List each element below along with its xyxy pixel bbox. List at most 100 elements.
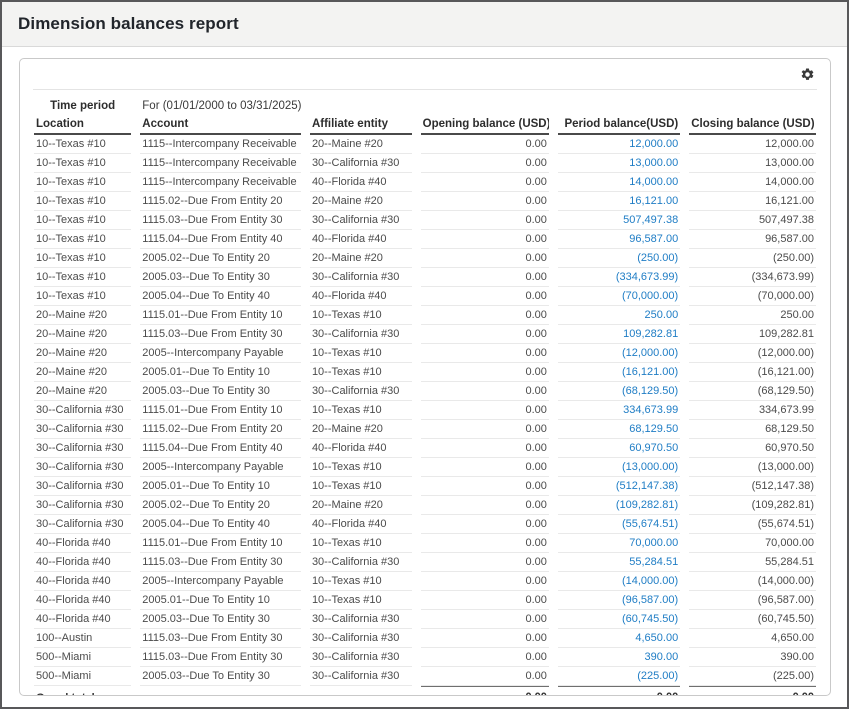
grand-total-closing: 0.00 bbox=[689, 686, 816, 696]
closing-balance-cell: 250.00 bbox=[689, 306, 816, 325]
period-balance-link[interactable]: (225.00) bbox=[637, 670, 678, 682]
table-row: 500--Miami 2005.03--Due To Entity 30 30-… bbox=[34, 667, 816, 686]
opening-balance-cell: 0.00 bbox=[421, 249, 549, 268]
opening-balance-cell: 0.00 bbox=[421, 572, 549, 591]
table-row: 10--Texas #10 1115--Intercompany Receiva… bbox=[34, 173, 816, 192]
period-balance-link[interactable]: 390.00 bbox=[645, 651, 679, 663]
table-row: 10--Texas #10 1115.02--Due From Entity 2… bbox=[34, 192, 816, 211]
table-row: 10--Texas #10 1115--Intercompany Receiva… bbox=[34, 154, 816, 173]
period-balance-link[interactable]: (14,000.00) bbox=[622, 575, 678, 587]
period-balance-cell: 68,129.50 bbox=[558, 420, 680, 439]
account-cell: 1115.03--Due From Entity 30 bbox=[140, 325, 301, 344]
period-balance-link[interactable]: 14,000.00 bbox=[629, 176, 678, 188]
period-balance-link[interactable]: 55,284.51 bbox=[629, 556, 678, 568]
period-balance-link[interactable]: 96,587.00 bbox=[629, 233, 678, 245]
period-balance-link[interactable]: (12,000.00) bbox=[622, 347, 678, 359]
affiliate-entity-cell: 10--Texas #10 bbox=[310, 401, 412, 420]
opening-balance-cell: 0.00 bbox=[421, 382, 549, 401]
location-cell: 40--Florida #40 bbox=[34, 591, 131, 610]
period-balance-link[interactable]: 250.00 bbox=[645, 309, 679, 321]
account-cell: 2005--Intercompany Payable bbox=[140, 458, 301, 477]
account-cell: 1115.03--Due From Entity 30 bbox=[140, 553, 301, 572]
period-balance-link[interactable]: (334,673.99) bbox=[616, 271, 678, 283]
table-row: 30--California #30 1115.02--Due From Ent… bbox=[34, 420, 816, 439]
affiliate-entity-cell: 30--California #30 bbox=[310, 154, 412, 173]
period-balance-link[interactable]: 4,650.00 bbox=[635, 632, 678, 644]
opening-balance-cell: 0.00 bbox=[421, 534, 549, 553]
period-balance-link[interactable]: 12,000.00 bbox=[629, 138, 678, 150]
opening-balance-cell: 0.00 bbox=[421, 629, 549, 648]
location-cell: 10--Texas #10 bbox=[34, 249, 131, 268]
period-balance-link[interactable]: (13,000.00) bbox=[622, 461, 678, 473]
period-balance-link[interactable]: (68,129.50) bbox=[622, 385, 678, 397]
location-cell: 30--California #30 bbox=[34, 496, 131, 515]
closing-balance-cell: 55,284.51 bbox=[689, 553, 816, 572]
period-balance-cell: (16,121.00) bbox=[558, 363, 680, 382]
period-balance-cell: (68,129.50) bbox=[558, 382, 680, 401]
time-period-value: For (01/01/2000 to 03/31/2025) bbox=[140, 97, 411, 115]
period-balance-cell: 4,650.00 bbox=[558, 629, 680, 648]
affiliate-entity-cell: 10--Texas #10 bbox=[310, 534, 412, 553]
grand-total-opening: 0.00 bbox=[421, 686, 549, 696]
closing-balance-cell: 109,282.81 bbox=[689, 325, 816, 344]
period-balance-cell: (250.00) bbox=[558, 249, 680, 268]
affiliate-entity-cell: 10--Texas #10 bbox=[310, 458, 412, 477]
period-balance-cell: (60,745.50) bbox=[558, 610, 680, 629]
period-balance-link[interactable]: 13,000.00 bbox=[629, 157, 678, 169]
card-toolbar bbox=[33, 59, 817, 90]
period-balance-cell: (109,282.81) bbox=[558, 496, 680, 515]
period-balance-link[interactable]: 60,970.50 bbox=[629, 442, 678, 454]
affiliate-entity-cell: 30--California #30 bbox=[310, 553, 412, 572]
account-cell: 2005.03--Due To Entity 30 bbox=[140, 667, 301, 686]
location-cell: 10--Texas #10 bbox=[34, 154, 131, 173]
period-balance-link[interactable]: (109,282.81) bbox=[616, 499, 678, 511]
table-row: 40--Florida #40 1115.01--Due From Entity… bbox=[34, 534, 816, 553]
period-balance-link[interactable]: 68,129.50 bbox=[629, 423, 678, 435]
table-row: 10--Texas #10 2005.04--Due To Entity 40 … bbox=[34, 287, 816, 306]
account-cell: 2005.01--Due To Entity 10 bbox=[140, 363, 301, 382]
location-cell: 10--Texas #10 bbox=[34, 211, 131, 230]
opening-balance-cell: 0.00 bbox=[421, 648, 549, 667]
account-cell: 2005.01--Due To Entity 10 bbox=[140, 591, 301, 610]
opening-balance-cell: 0.00 bbox=[421, 230, 549, 249]
table-row: 20--Maine #20 1115.03--Due From Entity 3… bbox=[34, 325, 816, 344]
period-balance-link[interactable]: (55,674.51) bbox=[622, 518, 678, 530]
affiliate-entity-cell: 20--Maine #20 bbox=[310, 135, 412, 154]
location-cell: 40--Florida #40 bbox=[34, 534, 131, 553]
period-balance-cell: (334,673.99) bbox=[558, 268, 680, 287]
period-balance-link[interactable]: 507,497.38 bbox=[623, 214, 678, 226]
period-balance-link[interactable]: (96,587.00) bbox=[622, 594, 678, 606]
closing-balance-cell: 60,970.50 bbox=[689, 439, 816, 458]
period-balance-link[interactable]: 334,673.99 bbox=[623, 404, 678, 416]
period-balance-link[interactable]: 16,121.00 bbox=[629, 195, 678, 207]
location-cell: 10--Texas #10 bbox=[34, 268, 131, 287]
period-balance-link[interactable]: (70,000.00) bbox=[622, 290, 678, 302]
period-balance-link[interactable]: 109,282.81 bbox=[623, 328, 678, 340]
opening-balance-cell: 0.00 bbox=[421, 268, 549, 287]
period-balance-link[interactable]: (60,745.50) bbox=[622, 613, 678, 625]
closing-balance-cell: 68,129.50 bbox=[689, 420, 816, 439]
location-cell: 40--Florida #40 bbox=[34, 610, 131, 629]
settings-button[interactable] bbox=[798, 65, 817, 84]
account-cell: 1115.04--Due From Entity 40 bbox=[140, 230, 301, 249]
closing-balance-cell: 334,673.99 bbox=[689, 401, 816, 420]
period-balance-cell: (14,000.00) bbox=[558, 572, 680, 591]
table-row: 20--Maine #20 1115.01--Due From Entity 1… bbox=[34, 306, 816, 325]
location-cell: 500--Miami bbox=[34, 648, 131, 667]
opening-balance-cell: 0.00 bbox=[421, 610, 549, 629]
table-row: 40--Florida #40 2005.03--Due To Entity 3… bbox=[34, 610, 816, 629]
time-period-label: Time period bbox=[34, 97, 131, 115]
account-cell: 2005--Intercompany Payable bbox=[140, 344, 301, 363]
affiliate-entity-cell: 20--Maine #20 bbox=[310, 249, 412, 268]
table-row: 10--Texas #10 1115.04--Due From Entity 4… bbox=[34, 230, 816, 249]
affiliate-entity-cell: 30--California #30 bbox=[310, 610, 412, 629]
opening-balance-cell: 0.00 bbox=[421, 306, 549, 325]
opening-balance-cell: 0.00 bbox=[421, 439, 549, 458]
period-balance-link[interactable]: (16,121.00) bbox=[622, 366, 678, 378]
period-balance-link[interactable]: (250.00) bbox=[637, 252, 678, 264]
period-balance-link[interactable]: 70,000.00 bbox=[629, 537, 678, 549]
location-cell: 100--Austin bbox=[34, 629, 131, 648]
period-balance-link[interactable]: (512,147.38) bbox=[616, 480, 678, 492]
period-balance-cell: (55,674.51) bbox=[558, 515, 680, 534]
location-cell: 20--Maine #20 bbox=[34, 306, 131, 325]
